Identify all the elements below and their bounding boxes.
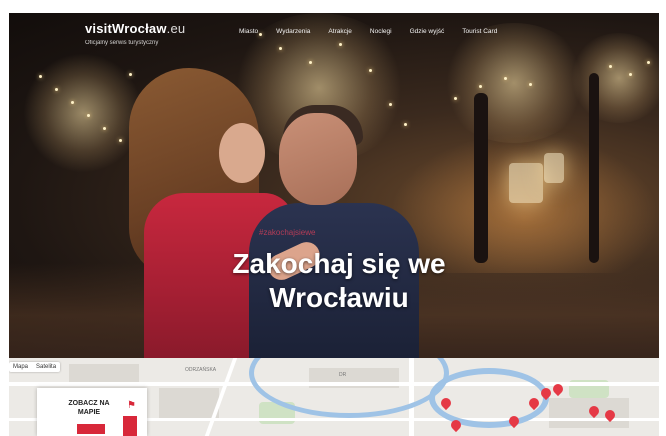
logo-subtitle: Oficjalny serwis turystyczny: [85, 40, 159, 46]
nav-item-miasto[interactable]: Miasto: [239, 28, 258, 35]
light-dot: [39, 75, 42, 78]
light-dot: [55, 88, 58, 91]
nav-item-atrakcje[interactable]: Atrakcje: [328, 28, 351, 35]
logo-tld: .eu: [166, 21, 186, 36]
woman-face: [219, 123, 265, 183]
tree-trunk: [589, 73, 599, 263]
map-type-map-button[interactable]: Mapa: [9, 362, 32, 372]
city-map[interactable]: Mapa Satelita ODRZAŃSKA DR ZOBACZ NA MAP…: [9, 358, 659, 436]
see-on-map-title: ZOBACZ NA MAPIE: [68, 400, 110, 416]
logo-text: visitWrocław.eu: [85, 21, 185, 36]
tree-trunk: [474, 93, 488, 263]
light-dot: [647, 61, 650, 64]
site-logo[interactable]: visitWrocław.eu Oficjalny serwis turysty…: [85, 20, 185, 46]
site-header: visitWrocław.eu Oficjalny serwis turysty…: [9, 13, 659, 53]
see-on-map-button[interactable]: [77, 424, 105, 434]
nav-item-wydarzenia[interactable]: Wydarzenia: [276, 28, 310, 35]
map-type-satellite-button[interactable]: Satelita: [32, 362, 60, 372]
light-dot: [504, 77, 507, 80]
main-nav: Miasto Wydarzenia Atrakcje Noclegi Gdzie…: [239, 28, 497, 35]
map-block: [159, 388, 219, 418]
street-label: ODRZAŃSKA: [185, 367, 217, 373]
flag-icon: ⚑: [127, 400, 136, 411]
map-card-side: ⚑: [119, 398, 141, 436]
street-label: DR: [339, 372, 347, 378]
map-card-side-accent: [123, 416, 137, 436]
man-head: [279, 113, 357, 205]
light-dot: [629, 73, 632, 76]
hero-section: visitWrocław.eu Oficjalny serwis turysty…: [9, 13, 659, 358]
map-type-control: Mapa Satelita: [9, 362, 61, 372]
page-frame: visitWrocław.eu Oficjalny serwis turysty…: [9, 13, 659, 436]
logo-main-text: visitWrocław: [85, 21, 167, 36]
nav-item-tourist-card[interactable]: Tourist Card: [462, 28, 497, 35]
nav-item-gdzie-wyjsc[interactable]: Gdzie wyjść: [410, 28, 445, 35]
light-dot: [529, 83, 532, 86]
light-dot: [609, 65, 612, 68]
light-dot: [479, 85, 482, 88]
light-dot: [71, 101, 74, 104]
restaurant-window-light: [509, 163, 543, 203]
hero-headline: Zakochaj się we Wrocławiu: [232, 248, 446, 313]
restaurant-lamp: [544, 153, 564, 183]
nav-item-noclegi[interactable]: Noclegi: [370, 28, 392, 35]
light-dot: [454, 97, 457, 100]
hero-tagline: #zakochajsiewe: [259, 228, 316, 237]
